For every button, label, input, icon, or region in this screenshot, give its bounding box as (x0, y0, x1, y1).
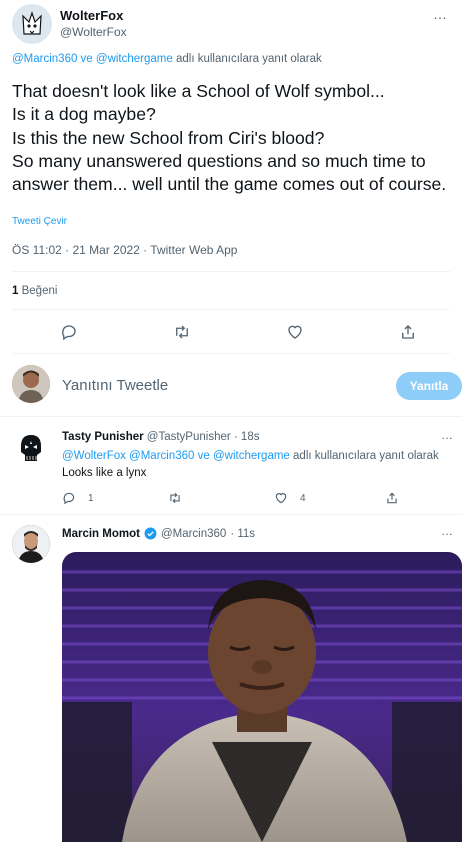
reply-time[interactable]: · 18s (231, 431, 260, 443)
reply-time[interactable]: · 11s (230, 528, 255, 540)
reply-author-name[interactable]: Marcin Momot (62, 528, 140, 540)
tweet-timestamp[interactable]: ÖS 11:02 · 21 Mar 2022 · Twitter Web App (12, 243, 237, 257)
reply-to-suffix: adlı kullanıcılara yanıt olarak (172, 53, 322, 65)
reply-icon (62, 325, 76, 340)
reply-author-handle[interactable]: @Marcin360 (161, 528, 226, 540)
share-icon (387, 492, 397, 504)
reply-count: 1 (88, 492, 94, 504)
reply-to-users-link[interactable]: @Marcin360 ve @witchergame (12, 53, 173, 65)
like-count: 4 (300, 492, 306, 504)
reply-gif-media[interactable] (62, 552, 462, 842)
retweet-button[interactable] (170, 320, 194, 344)
tweet-header: WolterFox @WolterFox … (12, 4, 452, 48)
reply-count-button[interactable]: 1 (62, 491, 94, 505)
reply-submit-button[interactable]: Yanıtla (396, 372, 462, 400)
translate-tweet-link[interactable]: Tweeti Çevir (12, 216, 67, 227)
reply-context: @Marcin360 ve @witchergame adlı kullanıc… (12, 53, 322, 65)
reply-to-suffix: adlı kullanıcılara yanıt olarak (289, 450, 439, 462)
share-button[interactable] (396, 320, 420, 344)
heart-icon (275, 493, 287, 504)
more-options-icon[interactable]: … (441, 524, 454, 538)
retweet-button[interactable] (168, 491, 182, 505)
verified-badge-icon (144, 527, 157, 540)
more-options-icon[interactable]: … (433, 6, 448, 22)
like-count-button[interactable]: 4 (274, 491, 306, 505)
reply-author: Tasty Punisher @TastyPunisher · 18s (62, 431, 259, 443)
reply-button[interactable] (57, 320, 81, 344)
share-button[interactable] (385, 491, 399, 505)
author-handle[interactable]: @WolterFox (60, 25, 127, 39)
reply-context: @WolterFox @Marcin360 ve @witchergame ad… (62, 450, 439, 462)
reply-text: Looks like a lynx (62, 467, 147, 479)
divider (12, 353, 450, 354)
author-avatar[interactable] (12, 4, 52, 44)
share-icon (402, 325, 414, 339)
likes-stat[interactable]: 1 Beğeni (12, 285, 57, 297)
author-name[interactable]: WolterFox (60, 8, 123, 23)
reply-avatar[interactable] (12, 430, 50, 468)
retweet-icon (170, 492, 180, 504)
reply-author-name[interactable]: Tasty Punisher (62, 431, 144, 443)
divider (0, 514, 462, 515)
reply-avatar[interactable] (12, 525, 50, 563)
reply-to-users-link[interactable]: @WolterFox @Marcin360 ve @witchergame (62, 450, 290, 462)
reply-author-handle[interactable]: @TastyPunisher (147, 431, 231, 443)
retweet-icon (176, 325, 188, 339)
tweet-text: That doesn't look like a School of Wolf … (12, 81, 447, 195)
heart-icon (288, 325, 302, 339)
tweet-actions (0, 320, 462, 344)
divider (12, 271, 450, 272)
reply-author: Marcin Momot @Marcin360 · 11s (62, 527, 255, 540)
reply-icon (63, 492, 75, 505)
reply-input[interactable]: Yanıtını Tweetle (62, 377, 168, 394)
divider (0, 416, 462, 417)
likes-label: Beğeni (21, 285, 58, 297)
divider (12, 309, 450, 310)
more-options-icon[interactable]: … (441, 428, 454, 442)
likes-count: 1 (12, 285, 19, 297)
like-button[interactable] (283, 320, 307, 344)
user-avatar[interactable] (12, 365, 50, 403)
